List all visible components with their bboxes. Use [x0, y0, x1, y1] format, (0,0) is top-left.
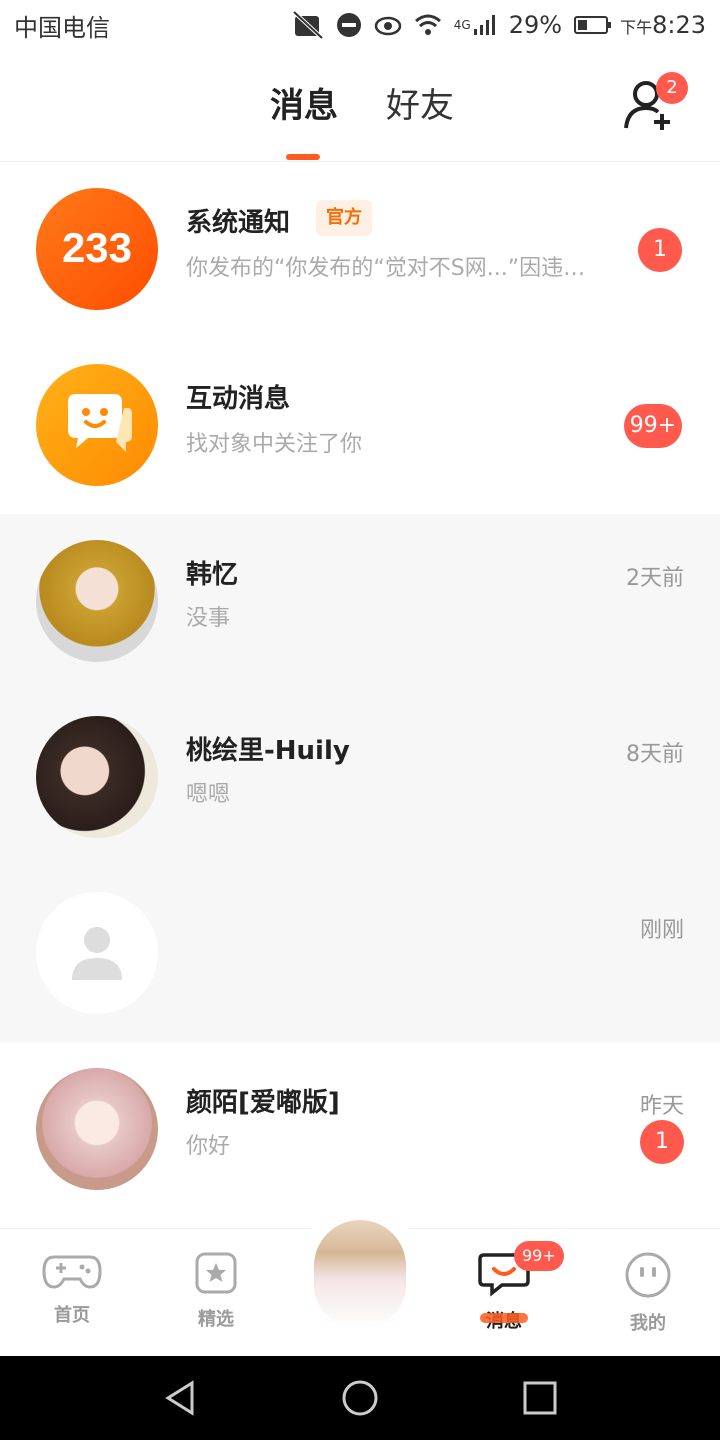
conversation-preview: 找对象中关注了你 — [186, 432, 363, 457]
official-tag: 官方 — [316, 200, 372, 236]
battery-percent: 29% — [508, 11, 563, 39]
conversation-time: 刚刚 — [639, 918, 684, 943]
do-not-disturb-icon — [336, 13, 361, 37]
top-bar: 消息 好友 2 — [0, 50, 720, 162]
conversation-time: 昨天 — [639, 1094, 684, 1119]
conversation-title: 颜陌[爱嘟版] — [186, 1088, 340, 1118]
list-item-interaction-messages[interactable]: 互动消息 找对象中关注了你 99+ — [0, 338, 720, 514]
user-avatar — [36, 716, 158, 838]
conversation-preview: 你好 — [186, 1134, 231, 1159]
default-avatar-icon — [36, 892, 158, 1014]
unread-badge: 1 — [640, 1120, 684, 1164]
tab-home[interactable]: 首页 — [27, 1251, 117, 1327]
tab-label: 我的 — [630, 1313, 666, 1334]
tab-featured[interactable]: 精选 — [171, 1251, 261, 1331]
conversation-time: 8天前 — [626, 742, 684, 767]
recent-apps-icon[interactable] — [522, 1380, 558, 1416]
conversation-title: 韩忆 — [186, 560, 239, 590]
conversation-title: 桃绘里-Huily — [186, 736, 350, 766]
messages-tab-badge: 99+ — [514, 1241, 564, 1271]
list-item-conversation[interactable]: 韩忆 没事 2天前 — [0, 514, 720, 690]
clock: 下午8:23 — [620, 11, 706, 39]
network-type: 4G — [453, 18, 471, 32]
system-logo-avatar: 233 — [36, 188, 158, 310]
friend-request-badge: 2 — [656, 72, 688, 104]
user-avatar — [36, 1068, 158, 1190]
home-icon[interactable] — [342, 1380, 378, 1416]
list-item-conversation[interactable]: 颜陌[爱嘟版] 你好 昨天 1 — [0, 1042, 720, 1218]
conversation-preview: 没事 — [186, 606, 231, 631]
gamepad-icon — [42, 1255, 102, 1289]
smiley-face-icon — [625, 1252, 671, 1298]
battery-icon — [574, 16, 612, 34]
signal-icon — [473, 15, 495, 35]
status-bar: 中国电信 4G 29% 下午8:23 — [0, 0, 720, 50]
chat-bubble-icon — [36, 364, 158, 486]
user-avatar — [36, 540, 158, 662]
tab-me[interactable]: 我的 — [603, 1251, 693, 1335]
conversation-time: 2天前 — [626, 566, 684, 591]
featured-star-icon — [195, 1252, 237, 1294]
no-sim-icon — [292, 10, 324, 40]
tab-friends[interactable]: 好友 — [386, 78, 454, 127]
tab-messages[interactable]: 消息 — [270, 78, 338, 127]
unread-badge: 99+ — [624, 404, 682, 448]
list-item-conversation[interactable]: 刚刚 — [0, 866, 720, 1042]
list-item-system-notification[interactable]: 233 系统通知 官方 你发布的“你发布的“觉对不S网...”因违反... 1 — [0, 162, 720, 338]
back-icon[interactable] — [162, 1380, 198, 1416]
active-tab-indicator — [480, 1313, 528, 1323]
conversation-preview: 你发布的“你发布的“觉对不S网...”因违反... — [186, 256, 606, 281]
tab-label: 首页 — [54, 1305, 90, 1326]
tab-indicator — [286, 154, 320, 160]
tab-label: 精选 — [198, 1309, 234, 1330]
anime-character-avatar[interactable] — [314, 1220, 406, 1330]
list-item-conversation[interactable]: 桃绘里-Huily 嗯嗯 8天前 — [0, 690, 720, 866]
conversation-preview: 嗯嗯 — [186, 782, 231, 807]
conversation-title: 系统通知 — [186, 208, 291, 238]
carrier-name: 中国电信 — [14, 13, 110, 42]
system-navigation-bar — [0, 1356, 720, 1440]
conversation-title: 互动消息 — [186, 384, 291, 414]
eye-comfort-icon — [374, 16, 402, 36]
wifi-icon — [414, 14, 441, 35]
unread-badge: 1 — [638, 228, 682, 272]
